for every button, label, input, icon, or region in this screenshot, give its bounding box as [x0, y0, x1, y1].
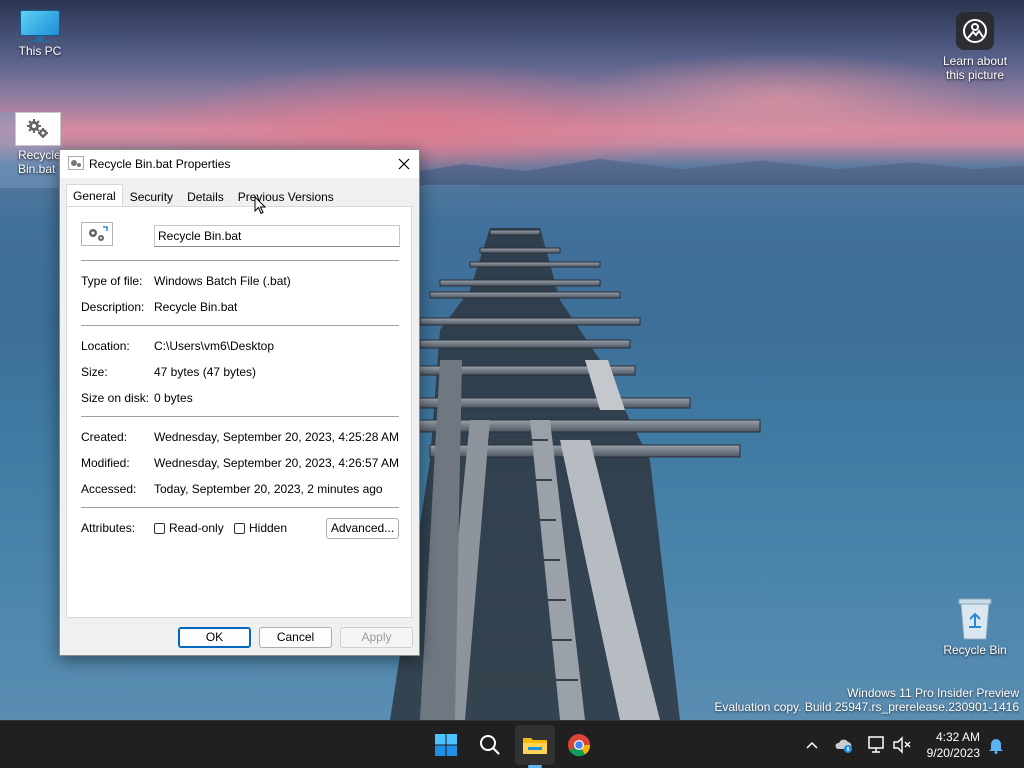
modified-label: Modified:	[81, 456, 130, 470]
desktop-icon-label-line2: Bin.bat	[18, 162, 56, 176]
onedrive-icon	[835, 739, 852, 753]
chrome-button[interactable]	[559, 725, 599, 765]
size-label: Size:	[81, 365, 108, 379]
desktop-icon-label-line1: Recycle	[18, 148, 61, 162]
desktop-icon-label-line2: this picture	[945, 68, 1005, 82]
file-explorer-button[interactable]	[515, 725, 555, 765]
ok-button[interactable]: OK	[178, 627, 251, 648]
checkbox-box[interactable]	[154, 522, 165, 534]
tab-security[interactable]: Security	[123, 186, 180, 206]
recycle-bin-icon	[957, 597, 993, 641]
notifications-button[interactable]	[986, 735, 1006, 755]
description-label: Description:	[81, 300, 145, 314]
general-panel: Type of file: Windows Batch File (.bat) …	[66, 206, 412, 618]
show-hidden-icons-button[interactable]	[802, 735, 822, 755]
file-name-input[interactable]	[154, 225, 400, 247]
apply-button[interactable]: Apply	[340, 627, 413, 648]
desktop-icon-label-line1: Learn about	[942, 54, 1008, 68]
bell-icon	[989, 739, 1003, 754]
advanced-button[interactable]: Advanced...	[326, 518, 399, 539]
size-on-disk-value: 0 bytes	[154, 391, 193, 405]
clock-date: 9/20/2023	[926, 746, 980, 760]
tab-previous-versions[interactable]: Previous Versions	[231, 186, 341, 206]
desktop-icon-recycle-bin-bat[interactable]: Recycle Bin.bat	[0, 112, 62, 188]
batch-file-icon	[81, 222, 113, 246]
desktop-icon-label: Recycle Bin	[943, 643, 1007, 657]
chevron-up-icon	[806, 741, 818, 749]
location-label: Location:	[81, 339, 130, 353]
start-button[interactable]	[426, 725, 466, 765]
desktop-icon-this-pc[interactable]: This PC	[0, 10, 80, 58]
batch-file-icon	[15, 112, 61, 146]
cancel-button[interactable]: Cancel	[259, 627, 332, 648]
camera-icon	[956, 12, 994, 50]
file-explorer-icon	[523, 738, 547, 754]
taskbar-clock[interactable]: 4:32 AM 9/20/2023	[927, 729, 980, 761]
modified-value: Wednesday, September 20, 2023, 4:26:57 A…	[154, 456, 400, 470]
volume-muted-icon	[893, 736, 911, 754]
type-of-file-label: Type of file:	[81, 274, 143, 288]
desktop-icon-learn-about-picture[interactable]: Learn about this picture	[935, 12, 1015, 82]
tab-general[interactable]: General	[66, 184, 123, 206]
separator	[81, 260, 399, 261]
desktop-icon-label: This PC	[18, 44, 62, 58]
attributes-label: Attributes:	[81, 521, 136, 535]
windows-start-icon	[435, 734, 457, 756]
watermark-line2: Evaluation copy. Build 25947.rs_prerelea…	[714, 700, 1019, 714]
accessed-value: Today, September 20, 2023, 2 minutes ago	[154, 482, 383, 496]
hidden-label: Hidden	[249, 521, 288, 535]
hidden-checkbox[interactable]: Hidden	[234, 521, 287, 535]
accessed-label: Accessed:	[81, 482, 137, 496]
search-button[interactable]	[470, 725, 510, 765]
network-icon	[868, 736, 884, 753]
separator	[81, 507, 399, 508]
tab-strip: General Security Details Previous Versio…	[66, 184, 341, 207]
dialog-title: Recycle Bin.bat Properties	[89, 157, 231, 171]
created-value: Wednesday, September 20, 2023, 4:25:28 A…	[154, 430, 400, 444]
separator	[81, 325, 399, 326]
checkbox-box[interactable]	[234, 522, 245, 534]
size-value: 47 bytes (47 bytes)	[154, 365, 257, 379]
monitor-icon	[20, 10, 60, 42]
taskbar: 4:32 AM 9/20/2023	[0, 720, 1024, 768]
read-only-checkbox[interactable]: Read-only	[154, 521, 224, 535]
size-on-disk-label: Size on disk:	[81, 391, 150, 405]
clock-time: 4:32 AM	[935, 730, 980, 744]
read-only-label: Read-only	[169, 521, 224, 535]
chrome-icon	[568, 734, 591, 757]
onedrive-button[interactable]	[834, 735, 854, 755]
close-icon	[398, 158, 410, 170]
type-of-file-value: Windows Batch File (.bat)	[154, 274, 291, 288]
search-icon	[480, 735, 500, 755]
desktop-icon-recycle-bin[interactable]: Recycle Bin	[935, 597, 1015, 657]
separator	[81, 416, 399, 417]
volume-button[interactable]	[892, 735, 912, 755]
location-value: C:\Users\vm6\Desktop	[154, 339, 275, 353]
created-label: Created:	[81, 430, 128, 444]
network-button[interactable]	[866, 735, 886, 755]
description-value: Recycle Bin.bat	[154, 300, 238, 314]
properties-dialog[interactable]: Recycle Bin.bat Properties General Secur…	[59, 149, 420, 656]
close-button[interactable]	[389, 150, 419, 178]
watermark-line1: Windows 11 Pro Insider Preview	[847, 686, 1019, 700]
tab-details[interactable]: Details	[180, 186, 231, 206]
mouse-cursor-icon	[254, 196, 266, 215]
evaluation-watermark: Windows 11 Pro Insider Preview Evaluatio…	[714, 686, 1019, 714]
batch-file-icon	[68, 156, 84, 170]
dialog-titlebar[interactable]: Recycle Bin.bat Properties	[60, 150, 419, 178]
